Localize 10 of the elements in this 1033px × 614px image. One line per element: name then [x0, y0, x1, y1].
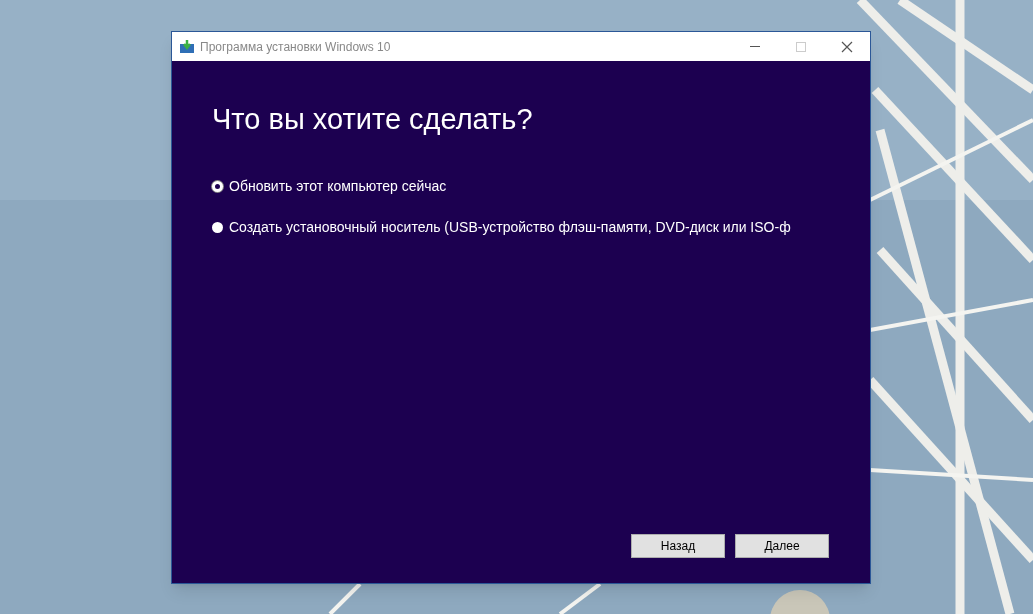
page-heading: Что вы хотите сделать?: [212, 105, 534, 134]
back-button[interactable]: Назад: [631, 534, 725, 558]
close-icon: [841, 40, 853, 53]
radio-button[interactable]: [212, 181, 223, 192]
next-button[interactable]: Далее: [735, 534, 829, 558]
window-title: Программа установки Windows 10: [200, 38, 391, 56]
installer-icon: [180, 40, 194, 53]
option-label: Создать установочный носитель (USB-устройство флэш-памяти, DVD-диск или ISO-ф: [229, 218, 791, 237]
radio-button[interactable]: [212, 222, 223, 233]
option-label: Обновить этот компьютер сейчас: [229, 177, 447, 196]
